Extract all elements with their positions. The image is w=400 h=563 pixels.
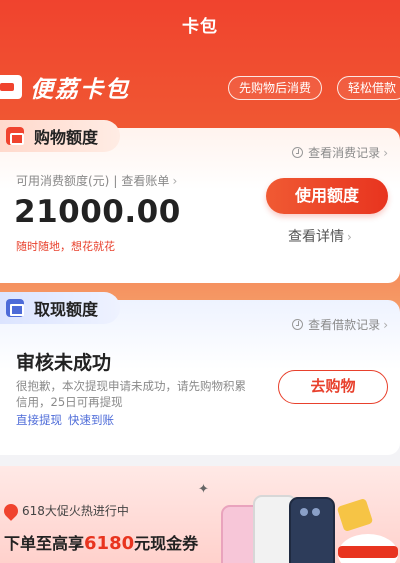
chevron-right-icon: › bbox=[383, 317, 388, 332]
phone-promo-image bbox=[221, 495, 398, 563]
promo-banner[interactable]: ✦ 618大促火热进行中 下单至高享6180元现金券 bbox=[0, 466, 400, 563]
fire-icon bbox=[1, 500, 21, 521]
cash-icon bbox=[6, 299, 24, 317]
promo-tag: 618大促火热进行中 bbox=[1, 500, 129, 521]
brand: 便荔卡包 bbox=[0, 70, 130, 104]
cash-credit-title: 取现额度 bbox=[34, 300, 99, 319]
view-loan-records-link[interactable]: 查看借款记录 › bbox=[292, 316, 388, 333]
shopping-credit-title: 购物额度 bbox=[34, 128, 99, 147]
promo-amount: 6180 bbox=[84, 533, 135, 554]
clock-icon bbox=[292, 319, 304, 330]
shopping-bag-icon bbox=[6, 127, 24, 145]
review-status-description: 很抱歉，本次提现申请未成功，请先购物积累信用，25日可再提现 bbox=[16, 379, 246, 409]
cash-credit-tab: 取现额度 bbox=[0, 292, 121, 324]
promo-headline: 下单至高享6180元现金券 bbox=[4, 530, 198, 554]
cash-credit-card: 取现额度 查看借款记录 › 审核未成功 很抱歉，本次提现申请未成功，请先购物积累… bbox=[0, 292, 400, 455]
quick-links: 直接提现 快速到账 bbox=[16, 412, 120, 428]
review-status-title: 审核未成功 bbox=[16, 352, 112, 374]
use-credit-button[interactable]: 使用额度 bbox=[266, 178, 388, 214]
fast-arrival-link[interactable]: 快速到账 bbox=[68, 413, 114, 427]
view-details-link[interactable]: 查看详情 › bbox=[288, 226, 352, 246]
page-title: 卡包 bbox=[182, 17, 218, 37]
available-credit-amount: 21000.00 bbox=[14, 194, 181, 230]
pill-buy-now-pay-later[interactable]: 先购物后消费 bbox=[228, 76, 323, 100]
direct-withdraw-link[interactable]: 直接提现 bbox=[16, 413, 62, 427]
credit-subtitle: 可用消费额度(元) | 查看账单 › bbox=[16, 174, 178, 188]
view-spending-records-link[interactable]: 查看消费记录 › bbox=[292, 144, 388, 161]
promo-tag-label: 618大促火热进行中 bbox=[22, 504, 129, 518]
card-wallet-icon bbox=[0, 75, 22, 99]
sparkle-icon: ✦ bbox=[198, 482, 209, 497]
shopping-credit-tab: 购物额度 bbox=[0, 120, 121, 152]
chevron-right-icon: › bbox=[347, 230, 352, 244]
chevron-right-icon: › bbox=[383, 145, 388, 160]
chevron-right-icon: › bbox=[172, 174, 178, 188]
promo-suffix: 元现金券 bbox=[134, 534, 199, 553]
view-loan-records-label: 查看借款记录 bbox=[308, 318, 381, 332]
view-details-label: 查看详情 bbox=[288, 229, 344, 245]
promo-prefix: 下单至高享 bbox=[4, 534, 85, 553]
clock-icon bbox=[292, 147, 304, 158]
view-bill-link[interactable]: 查看账单 bbox=[121, 174, 169, 188]
go-shopping-button[interactable]: 去购物 bbox=[278, 370, 388, 404]
pill-easy-loan[interactable]: 轻松借款 bbox=[337, 76, 400, 100]
view-spending-records-label: 查看消费记录 bbox=[308, 146, 381, 160]
brand-name: 便荔卡包 bbox=[30, 77, 130, 103]
shopping-credit-card: 购物额度 查看消费记录 › 可用消费额度(元) | 查看账单 › 21000.00 随… bbox=[0, 120, 400, 283]
slogan: 随时随地，想花就花 bbox=[16, 240, 115, 253]
available-credit-label: 可用消费额度(元) bbox=[16, 174, 110, 188]
